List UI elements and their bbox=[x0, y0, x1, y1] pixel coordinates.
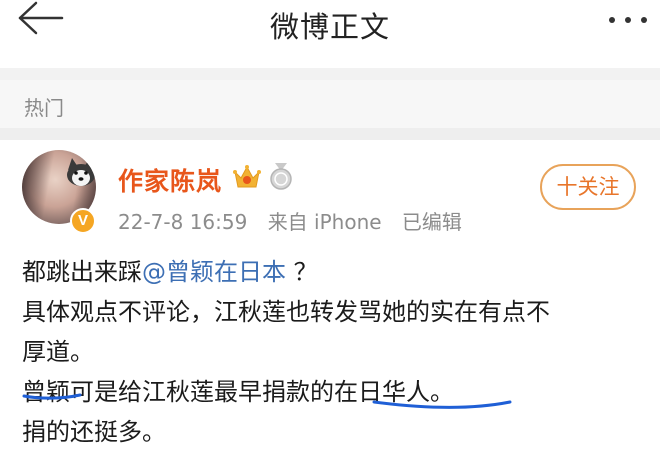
weibo-post: V 作家陈岚 22-7-8 16:59 来自 iPhone 已编辑 十关注 都跳… bbox=[0, 140, 660, 473]
more-button[interactable] bbox=[606, 8, 650, 32]
more-dots-icon bbox=[609, 17, 647, 23]
post-meta: 22-7-8 16:59 来自 iPhone 已编辑 bbox=[118, 206, 476, 235]
hot-label: 热门 bbox=[24, 96, 64, 120]
crown-icon bbox=[233, 165, 261, 188]
section-divider bbox=[0, 128, 660, 140]
section-divider bbox=[0, 68, 660, 80]
husky-sticker-icon bbox=[67, 158, 95, 186]
post-line-4: 曾颖可是给江秋莲最早捐款的在日华人。 bbox=[22, 378, 454, 406]
post-body: 都跳出来踩@曾颖在日本 ？ 具体观点不评论，江秋莲也转发骂她的实在有点不 厚道。… bbox=[22, 252, 642, 452]
medal-icon bbox=[270, 163, 292, 190]
post-line-5: 捐的还挺多。 bbox=[22, 418, 166, 446]
post-text-segment: 都跳出来踩 bbox=[22, 258, 142, 286]
hot-section-bar: 热门 bbox=[0, 80, 660, 128]
post-source: 来自 iPhone bbox=[267, 210, 382, 234]
edited-label: 已编辑 bbox=[401, 210, 462, 234]
post-line-2: 具体观点不评论，江秋莲也转发骂她的实在有点不 bbox=[22, 298, 550, 326]
post-time: 22-7-8 16:59 bbox=[118, 210, 248, 234]
post-text-segment: ？ bbox=[286, 258, 318, 286]
mention-link[interactable]: @曾颖在日本 bbox=[142, 258, 286, 286]
page-title: 微博正文 bbox=[269, 10, 390, 44]
post-line-1: 都跳出来踩@曾颖在日本 ？ bbox=[22, 252, 642, 292]
post-line-3: 厚道。 bbox=[22, 338, 94, 366]
top-navbar: 微博正文 bbox=[0, 0, 660, 68]
verified-badge-icon: V bbox=[70, 208, 96, 234]
username[interactable]: 作家陈岚 bbox=[118, 162, 222, 198]
follow-button[interactable]: 十关注 bbox=[540, 164, 636, 210]
